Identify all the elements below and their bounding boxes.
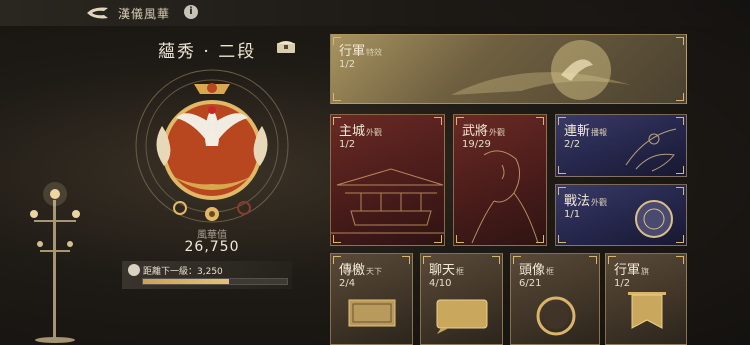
card-title: 行軍旗	[614, 263, 650, 278]
card-title: 連斬播報	[564, 124, 608, 139]
card-title: 戰法外觀	[564, 194, 608, 209]
rank-title: 蘊秀 · 二段	[158, 42, 257, 62]
info-icon[interactable]: i	[184, 5, 198, 19]
card-chat[interactable]: 聊天框 4/10	[420, 253, 503, 345]
card-count: 2/2	[564, 139, 581, 150]
card-title: 武將外觀	[462, 124, 506, 139]
lamp-decoration	[30, 182, 80, 343]
crane-emblem	[135, 69, 289, 223]
chest-icon[interactable]	[276, 38, 296, 54]
card-count: 6/21	[519, 278, 542, 289]
card-legend[interactable]: 傳檄天下 2/4	[330, 253, 413, 345]
progress-bar	[142, 278, 288, 285]
card-count: 1/2	[339, 139, 356, 150]
card-title: 頭像框	[519, 263, 555, 278]
card-count: 1/2	[339, 59, 356, 70]
card-march-flag[interactable]: 行軍旗 1/2	[605, 253, 687, 345]
card-tactic[interactable]: 戰法外觀 1/1	[555, 184, 687, 246]
progress-icon	[128, 264, 140, 276]
card-count: 2/4	[339, 278, 356, 289]
top-bar: 漢儀風華 i	[0, 0, 750, 26]
card-title: 主城外觀	[339, 124, 383, 139]
back-icon[interactable]	[84, 4, 112, 22]
value-number: 26,750	[184, 239, 240, 255]
card-avatar[interactable]: 頭像框 6/21	[510, 253, 600, 345]
card-title: 行軍特效	[339, 44, 383, 59]
card-march-effect[interactable]: 行軍特效 1/2	[330, 34, 687, 104]
card-title: 傳檄天下	[339, 263, 383, 278]
app-title: 漢儀風華	[118, 7, 171, 21]
card-count: 4/10	[429, 278, 452, 289]
card-count: 1/2	[614, 278, 631, 289]
card-count: 19/29	[462, 139, 491, 150]
card-count: 1/1	[564, 209, 581, 220]
card-slash[interactable]: 連斬播報 2/2	[555, 114, 687, 177]
progress-label: 距離下一級：3,250	[143, 267, 223, 277]
card-title: 聊天框	[429, 263, 465, 278]
progress-fill	[143, 279, 230, 284]
card-general[interactable]: 武將外觀 19/29	[453, 114, 547, 246]
card-main-city[interactable]: 主城外觀 1/2	[330, 114, 445, 246]
crane-art	[451, 40, 631, 100]
